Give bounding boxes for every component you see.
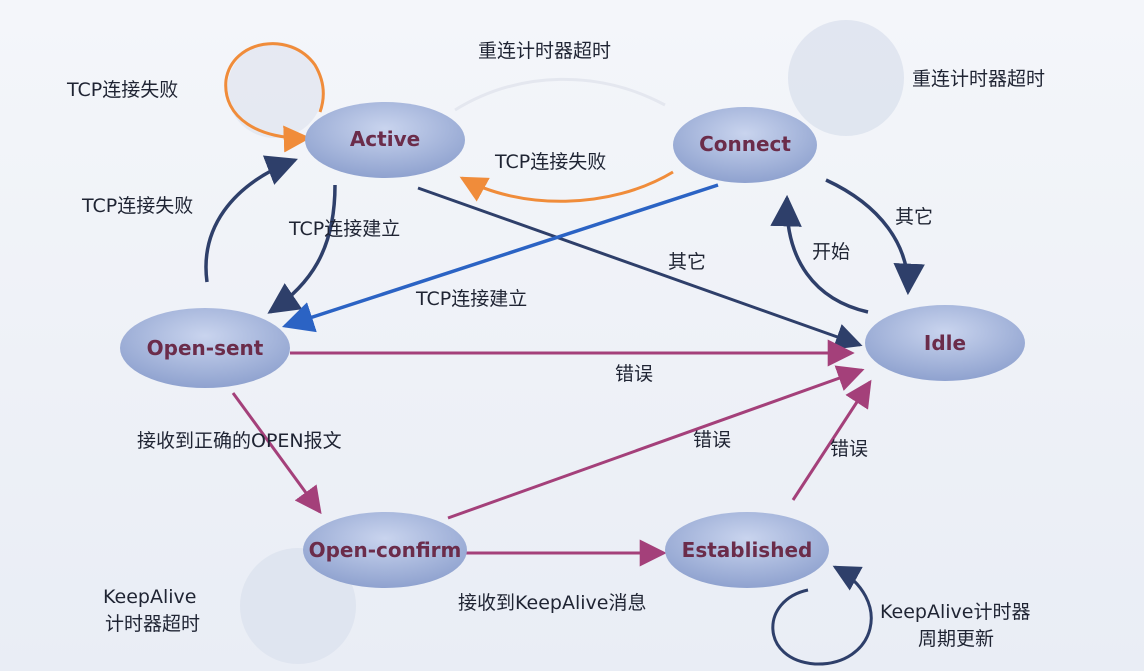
state-open-confirm-label: Open-confirm (309, 538, 462, 562)
label-active-to-opensent: TCP连接建立 (288, 218, 400, 240)
label-connect-to-active-fail: TCP连接失败 (494, 151, 606, 173)
label-opensent-to-active-fail: TCP连接失败 (81, 195, 193, 217)
label-connect-to-active-timer: 重连计时器超时 (478, 40, 611, 62)
label-openconfirm-self-loop-2: 计时器超时 (105, 613, 200, 635)
label-active-self-loop: TCP连接失败 (66, 79, 178, 101)
state-established-label: Established (682, 538, 813, 562)
label-openconfirm-to-established: 接收到KeepAlive消息 (458, 592, 646, 614)
openconfirm-to-idle-arrow (447, 365, 865, 520)
label-established-self-loop-2: 周期更新 (918, 628, 994, 650)
state-idle-label: Idle (924, 331, 966, 355)
label-openconfirm-self-loop-1: KeepAlive (103, 586, 196, 608)
label-established-self-loop-1: KeepAlive计时器 (880, 601, 1030, 623)
state-diagram-canvas: Active Connect Open-sent Idle Open-confi… (66, 20, 1045, 666)
bgp-fsm-diagram: Active Connect Open-sent Idle Open-confi… (0, 0, 1144, 671)
opensent-to-active-fail-arrow (204, 155, 298, 283)
connect-to-active-fail-arrow (459, 170, 674, 203)
active-to-opensent-arrow (267, 184, 337, 314)
label-opensent-to-idle-error: 错误 (615, 363, 653, 385)
state-active-label: Active (350, 127, 420, 151)
connect-to-idle-arrow (825, 178, 925, 296)
opensent-to-openconfirm-arrow (231, 392, 322, 515)
label-opensent-to-openconfirm: 接收到正确的OPEN报文 (137, 430, 342, 452)
label-established-to-idle-error: 错误 (830, 438, 868, 460)
label-idle-to-connect-start: 开始 (812, 241, 850, 263)
label-active-to-idle-other: 其它 (668, 251, 706, 273)
connect-self-loop-disc (788, 20, 904, 136)
connect-to-active-timer-arc (454, 77, 666, 112)
label-openconfirm-to-idle-error: 错误 (693, 429, 731, 451)
state-open-sent-label: Open-sent (147, 336, 264, 360)
state-connect-label: Connect (699, 132, 791, 156)
label-connect-to-opensent: TCP连接建立 (415, 288, 527, 310)
label-connect-self-loop: 重连计时器超时 (912, 68, 1045, 90)
label-connect-to-idle-other: 其它 (895, 206, 933, 228)
